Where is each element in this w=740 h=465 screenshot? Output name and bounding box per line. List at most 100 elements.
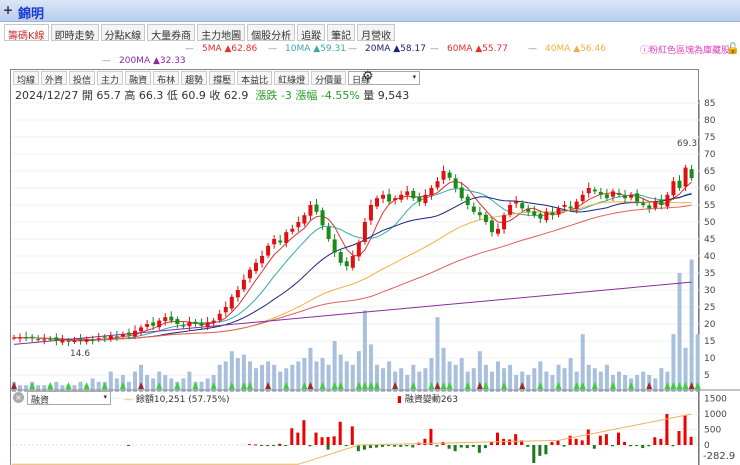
margin-change-bar [350, 426, 354, 445]
margin-change-bar [659, 438, 663, 445]
signal-marker [29, 382, 36, 389]
min-price-label: 14.6 [70, 349, 90, 359]
margin-change-bar [362, 445, 366, 450]
volume-bar [387, 361, 392, 392]
candle-body [502, 215, 507, 230]
margin-change-bar [483, 445, 487, 449]
margin-change-bar [629, 445, 633, 447]
signal-marker [47, 382, 54, 389]
sub-indicator-select[interactable]: 融資 ▾ [27, 391, 111, 406]
signal-marker [446, 382, 453, 389]
candle-body [447, 172, 452, 178]
candle-body [598, 191, 603, 195]
candle-body [36, 339, 41, 341]
margin-change-bar [471, 445, 475, 447]
candle-body [60, 340, 65, 343]
margin-balance-legend: — 餘額10,251 (57.75%) [124, 395, 230, 405]
signal-marker [519, 382, 526, 389]
volume-bar [145, 375, 150, 392]
candle-body [284, 232, 289, 243]
signal-marker [664, 382, 671, 389]
ma200-line [13, 281, 692, 345]
candle-body [423, 194, 428, 204]
volume-bar [659, 368, 664, 392]
signal-marker [646, 382, 653, 389]
close-icon[interactable]: × [13, 392, 24, 403]
candle-body [623, 195, 628, 199]
candle-body [568, 206, 573, 209]
margin-last-value: -282.9 [703, 451, 735, 462]
candle-body [72, 341, 77, 342]
margin-change-bar [326, 436, 330, 445]
candle-body [223, 307, 228, 313]
signal-marker [331, 382, 338, 389]
volume-bar [326, 364, 331, 392]
margin-change-bar [532, 445, 536, 463]
margin-change-bar [610, 445, 614, 447]
margin-change-bar [308, 445, 312, 447]
volume-bar [526, 375, 531, 392]
volume-bar [550, 375, 555, 392]
candle-body [338, 252, 343, 263]
volume-bar [598, 371, 603, 392]
price-tick: 10 [704, 354, 716, 364]
candle-body [24, 337, 29, 339]
candle-body [205, 322, 210, 328]
margin-change-bar [332, 436, 336, 445]
signal-marker [410, 382, 417, 389]
signal-marker [307, 382, 314, 389]
signal-marker [591, 382, 598, 389]
candle-body [393, 198, 398, 201]
candle-body [229, 296, 234, 309]
price-tick: 40 [704, 252, 716, 262]
margin-change-bar [435, 445, 439, 447]
volume-bar [677, 273, 682, 392]
margin-change-bar [671, 445, 675, 447]
margin-change-bar [278, 443, 282, 445]
candle-body [181, 325, 186, 327]
margin-change-bar [617, 438, 620, 445]
candle-body [580, 194, 585, 202]
candle-body [483, 214, 488, 222]
signal-marker [246, 382, 253, 389]
margin-change-bar [405, 445, 409, 447]
candle-body [169, 316, 174, 321]
volume-bar [133, 371, 137, 392]
margin-change-bar [562, 445, 566, 447]
volume-bar [362, 310, 367, 392]
margin-change-bar [538, 445, 542, 456]
margin-change-bar [623, 441, 627, 445]
candle-body [290, 228, 295, 232]
margin-change-bar [296, 432, 300, 445]
candle-body [96, 338, 101, 340]
candle-body [362, 222, 367, 242]
volume-bar [187, 371, 192, 392]
signal-marker [482, 382, 489, 389]
price-tick: 55 [704, 201, 715, 211]
volume-bar [617, 371, 621, 392]
candle-body [544, 211, 549, 221]
signal-marker [119, 382, 126, 389]
candle-body [120, 334, 125, 337]
candle-body [90, 339, 95, 341]
candle-body [126, 332, 131, 335]
margin-change-bar [574, 438, 578, 445]
candle-body [387, 194, 392, 202]
candle-body [617, 192, 621, 195]
chevron-down-icon: ▾ [103, 393, 107, 401]
signal-marker [682, 382, 689, 389]
price-tick: 65 [704, 167, 715, 177]
candle-body [145, 324, 150, 327]
candle-body [592, 189, 597, 192]
price-chart[interactable]: 85 80 75 70 65 60 55 50 45 40 35 30 25 20 15 10 5 69.3 14.… [0, 0, 740, 465]
volume-bar [471, 368, 476, 392]
candle-body [429, 188, 434, 196]
candle-body [356, 242, 361, 257]
candle-body [235, 290, 240, 298]
margin-change-bar [399, 445, 403, 447]
margin-change-bar [550, 441, 554, 445]
candle-body [217, 313, 222, 321]
candle-body [54, 337, 59, 341]
volume-bar [623, 375, 628, 392]
margin-change-legend: ▮ 融資變動263 [397, 395, 459, 405]
